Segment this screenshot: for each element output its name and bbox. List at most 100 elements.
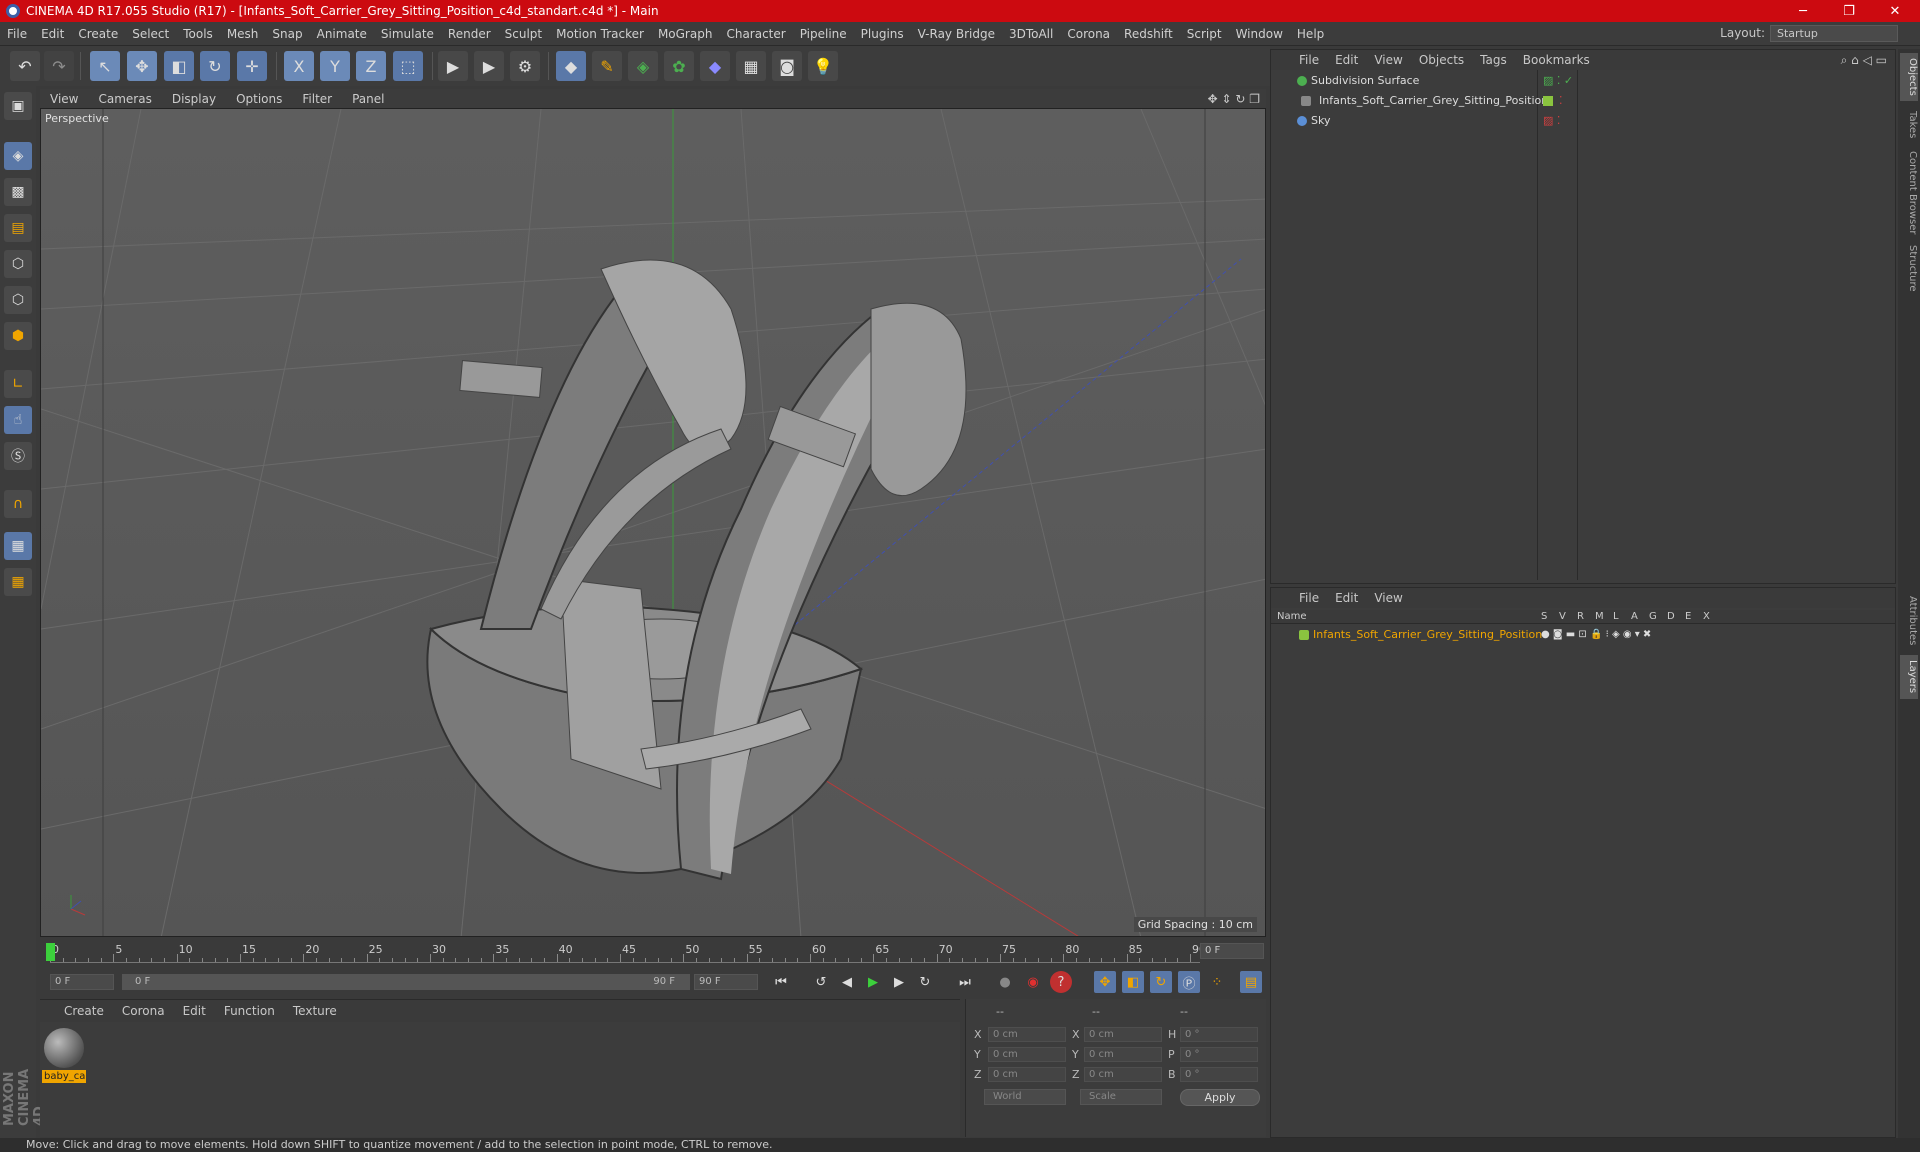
cloner-icon[interactable]: ✿: [664, 51, 694, 81]
key-pla-icon[interactable]: ⁘: [1206, 971, 1228, 993]
material-menu-create[interactable]: Create: [40, 1004, 113, 1018]
viewport-menu-options[interactable]: Options: [226, 92, 292, 106]
menu-corona[interactable]: Corona: [1060, 27, 1117, 41]
obj-menu-view[interactable]: View: [1366, 53, 1410, 67]
menu-tools[interactable]: Tools: [176, 27, 220, 41]
snap-icon[interactable]: Ⓢ: [4, 442, 32, 470]
polygons-mode-icon[interactable]: ⬢: [4, 322, 32, 350]
material-preview-sphere[interactable]: [44, 1028, 84, 1068]
menu-character[interactable]: Character: [719, 27, 792, 41]
viewport-menu-cameras[interactable]: Cameras: [88, 92, 161, 106]
key-scale-icon[interactable]: ◧: [1122, 971, 1144, 993]
tweak-mode-icon[interactable]: ☝: [4, 406, 32, 434]
material-menu-edit[interactable]: Edit: [174, 1004, 215, 1018]
3d-viewport[interactable]: Perspective Grid Spacing : 10 cm: [40, 108, 1266, 937]
tab-layers[interactable]: Layers: [1900, 655, 1918, 699]
menu-window[interactable]: Window: [1229, 27, 1290, 41]
autokey-button[interactable]: ◉: [1022, 971, 1044, 993]
size-z-field[interactable]: 0 cm: [1084, 1067, 1162, 1082]
rotate-tool-button[interactable]: ↻: [200, 51, 230, 81]
preview-range-slider[interactable]: 0 F 90 F: [122, 974, 690, 990]
layer-color-icon[interactable]: [1299, 630, 1309, 640]
edges-mode-icon[interactable]: ⬡: [4, 286, 32, 314]
camera-icon[interactable]: ◙: [772, 51, 802, 81]
previous-key-button[interactable]: ↺: [810, 971, 832, 993]
material-menu-texture[interactable]: Texture: [284, 1004, 346, 1018]
visibility-check-icon[interactable]: ▨ ⁚ ✓: [1543, 72, 1573, 90]
render-settings-button[interactable]: ⚙: [510, 51, 540, 81]
coordinate-space-dropdown[interactable]: World: [984, 1089, 1066, 1105]
subdivision-surface-icon[interactable]: ◈: [628, 51, 658, 81]
obj-menu-file[interactable]: File: [1291, 53, 1327, 67]
material-menu-corona[interactable]: Corona: [113, 1004, 174, 1018]
timeline-ruler[interactable]: 0 5 10 15 20 25 30 35 40 45 50 55 60 65 70 75 80 85 90: [46, 943, 1206, 963]
scale-tool-button[interactable]: ◧: [164, 51, 194, 81]
size-x-field[interactable]: 0 cm: [1084, 1027, 1162, 1042]
end-frame-field[interactable]: 90 F: [694, 974, 758, 990]
menu-redshift[interactable]: Redshift: [1117, 27, 1180, 41]
rotation-h-field[interactable]: 0 °: [1180, 1027, 1258, 1042]
record-button[interactable]: ●: [994, 971, 1016, 993]
current-frame-field[interactable]: 0 F: [1200, 943, 1264, 959]
viewport-menu-panel[interactable]: Panel: [342, 92, 394, 106]
render-picture-viewer-button[interactable]: ▶: [474, 51, 504, 81]
planar-workplane-icon[interactable]: ▦: [4, 568, 32, 596]
layer-row[interactable]: Infants_Soft_Carrier_Grey_Sitting_Positi…: [1277, 626, 1889, 644]
obj-menu-bookmarks[interactable]: Bookmarks: [1515, 53, 1598, 67]
menu-motion-tracker[interactable]: Motion Tracker: [549, 27, 651, 41]
material-name-label[interactable]: baby_ca: [42, 1070, 86, 1083]
visibility-dots-icon[interactable]: ⁚: [1559, 92, 1563, 110]
search-icon[interactable]: ⌕ ⌂ ◁ ▭: [1841, 53, 1887, 68]
menu-simulate[interactable]: Simulate: [374, 27, 441, 41]
undo-button[interactable]: ↶: [10, 51, 40, 81]
go-to-end-button[interactable]: ⏭: [954, 971, 976, 993]
menu-sculpt[interactable]: Sculpt: [498, 27, 549, 41]
magnet-icon[interactable]: ∩: [4, 490, 32, 518]
points-mode-icon[interactable]: ⬡: [4, 250, 32, 278]
tab-objects[interactable]: Objects: [1900, 53, 1918, 101]
timeline-window-icon[interactable]: ▤: [1240, 971, 1262, 993]
size-y-field[interactable]: 0 cm: [1084, 1047, 1162, 1062]
obj-menu-edit[interactable]: Edit: [1327, 53, 1366, 67]
y-axis-button[interactable]: Y: [320, 51, 350, 81]
x-axis-button[interactable]: X: [284, 51, 314, 81]
layout-dropdown[interactable]: Startup: [1770, 25, 1898, 42]
previous-frame-button[interactable]: ◀: [836, 971, 858, 993]
menu-mograph[interactable]: MoGraph: [651, 27, 720, 41]
apply-button[interactable]: Apply: [1180, 1089, 1260, 1106]
help-button[interactable]: ?: [1050, 971, 1072, 993]
menu-edit[interactable]: Edit: [34, 27, 71, 41]
menu-snap[interactable]: Snap: [265, 27, 309, 41]
position-y-field[interactable]: 0 cm: [988, 1047, 1066, 1062]
position-x-field[interactable]: 0 cm: [988, 1027, 1066, 1042]
maximize-button[interactable]: ❐: [1826, 0, 1872, 22]
floor-icon[interactable]: ▦: [736, 51, 766, 81]
menu-render[interactable]: Render: [441, 27, 498, 41]
menu-animate[interactable]: Animate: [310, 27, 374, 41]
menu-select[interactable]: Select: [125, 27, 176, 41]
z-axis-button[interactable]: Z: [356, 51, 386, 81]
viewport-navigation-icon[interactable]: ✥ ⇕ ↻ ❐: [1208, 92, 1260, 106]
menu-3dtoall[interactable]: 3DToAll: [1002, 27, 1060, 41]
menu-vray-bridge[interactable]: V-Ray Bridge: [911, 27, 1002, 41]
rotation-p-field[interactable]: 0 °: [1180, 1047, 1258, 1062]
go-to-start-button[interactable]: ⏮: [770, 971, 792, 993]
workplane-icon[interactable]: ▤: [4, 214, 32, 242]
render-view-button[interactable]: ▶: [438, 51, 468, 81]
tab-structure[interactable]: Structure: [1900, 241, 1918, 295]
start-frame-field[interactable]: 0 F: [50, 974, 114, 990]
object-row[interactable]: Infants_Soft_Carrier_Grey_Sitting_Positi…: [1277, 92, 1889, 110]
key-move-icon[interactable]: ✥: [1094, 971, 1116, 993]
tab-attributes[interactable]: Attributes: [1900, 589, 1918, 653]
close-button[interactable]: ✕: [1872, 0, 1918, 22]
coordinate-mode-dropdown[interactable]: Scale: [1080, 1089, 1162, 1105]
tab-content-browser[interactable]: Content Browser: [1900, 149, 1918, 237]
minimize-button[interactable]: ─: [1780, 0, 1826, 22]
menu-create[interactable]: Create: [71, 27, 125, 41]
key-param-icon[interactable]: Ⓟ: [1178, 971, 1200, 993]
texture-mode-icon[interactable]: ▩: [4, 178, 32, 206]
visibility-dots-icon[interactable]: ▨ ⁚: [1543, 112, 1560, 130]
timeline[interactable]: 0 5 10 15 20 25 30 35 40 45 50 55 60 65 70 75 80 85 90 0 F: [40, 937, 1266, 967]
obj-menu-tags[interactable]: Tags: [1472, 53, 1515, 67]
obj-menu-objects[interactable]: Objects: [1411, 53, 1472, 67]
